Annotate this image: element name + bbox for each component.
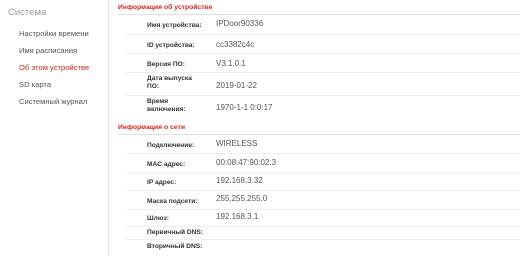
sidebar-item-schedule-name[interactable]: Имя расписания bbox=[19, 46, 77, 55]
row-separator bbox=[125, 72, 520, 73]
firmware-version-value: V3.1.0.1 bbox=[216, 59, 246, 68]
connection-label: Подключение: bbox=[147, 142, 195, 149]
device-id-value: cc3382c4c bbox=[216, 40, 255, 49]
uptime-value: 1970-1-1 0:0:17 bbox=[216, 103, 273, 112]
row-separator bbox=[125, 34, 520, 35]
mac-address-value: 00:08:47:90:02:3 bbox=[216, 158, 277, 167]
uptime-label: Время включения: bbox=[147, 98, 186, 113]
device-name-value: IPDoor90336 bbox=[216, 19, 264, 28]
page: Система Настройки времени Имя расписания… bbox=[0, 0, 520, 256]
subnet-mask-label: Маска подсети: bbox=[147, 198, 198, 205]
ip-address-label: IP адрес: bbox=[147, 179, 177, 186]
sidebar-item-about-device[interactable]: Об этом устройстве bbox=[19, 63, 89, 72]
sidebar-title: Система bbox=[8, 7, 47, 18]
sidebar-divider bbox=[108, 0, 109, 256]
subnet-mask-value: 255.255.255.0 bbox=[216, 194, 268, 203]
network-info-header: Информация о сети bbox=[118, 124, 186, 131]
device-id-label: ID устройства: bbox=[147, 42, 195, 49]
sidebar-item-time-settings[interactable]: Настройки времени bbox=[19, 29, 89, 38]
ip-address-value: 192.168.3.32 bbox=[216, 176, 263, 185]
device-info-rule bbox=[118, 14, 520, 15]
row-separator bbox=[125, 95, 520, 96]
row-separator bbox=[125, 190, 520, 191]
firmware-date-value: 2019-01-22 bbox=[216, 81, 257, 90]
mac-address-label: MAC адрес: bbox=[147, 161, 186, 168]
primary-dns-label: Первичный DNS: bbox=[147, 229, 203, 236]
device-info-header: Информация об устройстве bbox=[118, 4, 213, 11]
network-info-rule bbox=[118, 134, 520, 135]
sidebar-item-sd-card[interactable]: SD карта bbox=[19, 80, 51, 89]
row-separator bbox=[125, 226, 520, 227]
row-separator bbox=[125, 209, 520, 210]
secondary-dns-label: Вторичный DNS: bbox=[147, 243, 203, 250]
connection-value: WIRELESS bbox=[216, 139, 258, 148]
row-separator bbox=[125, 53, 520, 54]
row-separator bbox=[125, 239, 520, 240]
row-separator bbox=[125, 153, 520, 154]
row-separator bbox=[125, 172, 520, 173]
gateway-value: 192.168.3.1 bbox=[216, 212, 259, 221]
sidebar-item-system-log[interactable]: Системный журнал bbox=[19, 97, 87, 106]
firmware-version-label: Версия ПО: bbox=[147, 61, 185, 68]
device-name-label: Имя устройства: bbox=[147, 22, 202, 29]
firmware-date-label: Дата выпуска ПО: bbox=[147, 75, 192, 90]
sidebar: Система Настройки времени Имя расписания… bbox=[0, 0, 108, 256]
gateway-label: Шлюз: bbox=[147, 215, 169, 222]
